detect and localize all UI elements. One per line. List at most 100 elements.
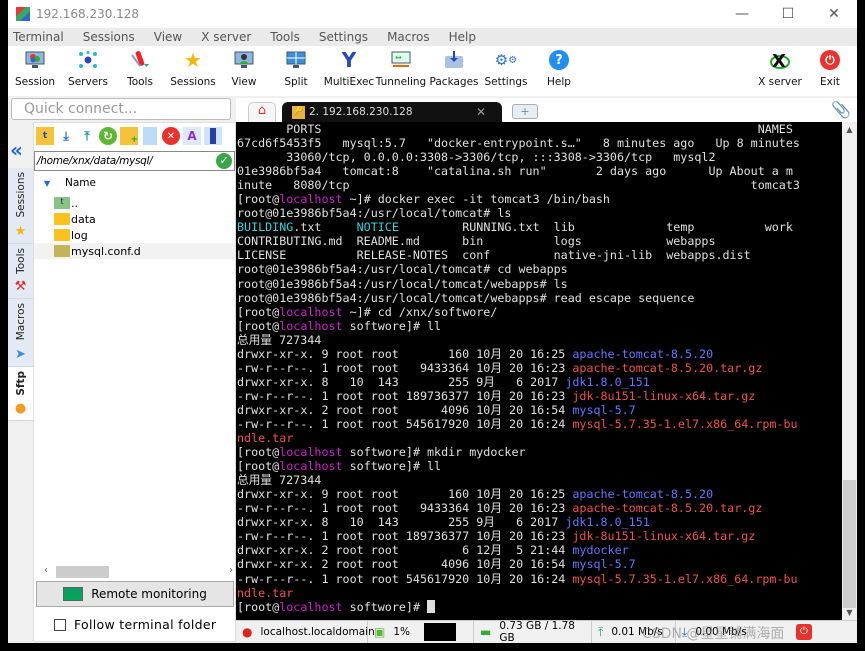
toolbar-help-button[interactable]: ? Help xyxy=(529,50,589,88)
checkbox[interactable] xyxy=(54,618,66,631)
permissions-icon[interactable] xyxy=(204,127,222,145)
scroll-down-icon[interactable]: ▼ xyxy=(842,608,857,617)
toolbar-exit-button[interactable]: ⏻ Exit xyxy=(800,50,860,88)
toolbar-view-button[interactable]: View xyxy=(214,50,274,88)
file-row-data[interactable]: data xyxy=(34,211,235,227)
sftp-path-input[interactable]: /home/xnx/data/mysql/ ✓ xyxy=(34,151,235,171)
file-row-parent[interactable]: t .. xyxy=(34,195,235,211)
column-header-name[interactable]: ▼ Name xyxy=(34,175,235,193)
terminal-line: LICENSE RELEASE-NOTES conf native-jni-li… xyxy=(237,248,842,262)
scroll-left-icon[interactable]: ‹ xyxy=(44,565,48,576)
terminal-text: root@01e3986bf5a4:/usr/local/tomcat/weba… xyxy=(237,276,568,291)
toolbar-servers-button[interactable]: Servers xyxy=(58,50,118,88)
terminal-text: drwxr-xr-x. 9 root root 160 10月 20 16:25 xyxy=(237,487,573,502)
menu-x-server[interactable]: X server xyxy=(201,30,251,44)
toolbar-split-button[interactable]: Split xyxy=(266,50,326,88)
collapse-sidebar-icon[interactable]: « xyxy=(10,138,23,162)
terminal-line: PORTS NAMES xyxy=(237,122,842,136)
terminal-text: PORTS NAMES xyxy=(237,122,793,136)
terminal-line: [root@localhost softwore]# ll xyxy=(237,459,842,473)
terminal-text: softwore]# ll xyxy=(342,318,442,333)
terminal-text: 67cd6f5453f5 mysql:5.7 "docker-entrypoin… xyxy=(237,136,800,151)
folder-icon xyxy=(54,229,70,241)
toolbar-packages-button[interactable]: Packages xyxy=(424,50,484,88)
menu-macros[interactable]: Macros xyxy=(387,30,430,44)
terminal-line: root@01e3986bf5a4:/usr/local/tomcat# ls xyxy=(237,206,842,220)
toolbar-multiexec-button[interactable]: Y MultiExec xyxy=(319,48,379,88)
terminal-line: CONTRIBUTING.md README.md bin logs webap… xyxy=(237,234,842,248)
rename-icon[interactable]: A xyxy=(183,127,201,145)
terminal-line: drwxr-xr-x. 8 10 143 255 9月 6 2017 jdk1.… xyxy=(237,515,842,529)
refresh-icon[interactable]: ↻ xyxy=(99,127,117,145)
horizontal-scrollbar[interactable]: ‹ › xyxy=(42,565,237,579)
terminal-text: RUNNING.txt lib temp work xyxy=(398,220,793,235)
toolbar-tools-button[interactable]: Tools xyxy=(110,50,170,88)
terminal-text: .txt xyxy=(293,220,357,235)
terminal-text: BUILDING xyxy=(237,220,294,235)
terminal-line: [root@localhost ~]# docker exec -it tomc… xyxy=(237,192,842,206)
terminal-text: mysql-5.7.35-1.el7.x86_64.rpm-bu xyxy=(572,571,798,586)
file-row-log[interactable]: log xyxy=(34,227,235,243)
terminal-text: mydocker xyxy=(572,543,629,558)
status-memory: ▬ 0.73 GB / 1.78 GB xyxy=(474,620,592,644)
terminal-text: localhost xyxy=(279,192,343,207)
side-tab-sessions[interactable]: Sessions ★ xyxy=(8,168,33,244)
new-file-icon[interactable] xyxy=(143,127,157,145)
side-tab-macros[interactable]: Macros ➤ xyxy=(8,299,33,367)
remote-monitoring-button[interactable]: Remote monitoring xyxy=(36,581,234,607)
side-tab-sftp[interactable]: Sftp ● xyxy=(8,366,33,422)
terminal-line: -rw-r--r--. 1 root root 9433364 10月 20 1… xyxy=(237,501,842,515)
star-icon: ★ xyxy=(14,223,27,239)
svg-text:↔: ↔ xyxy=(395,53,402,62)
quick-connect-input[interactable]: Quick connect... xyxy=(11,98,231,120)
parent-folder-icon: t xyxy=(54,197,70,209)
home-tab[interactable]: ⌂ xyxy=(248,102,276,122)
window-title: 192.168.230.128 xyxy=(36,7,140,21)
main-toolbar: Session Servers Tools ★ Sessions View Sp… xyxy=(8,46,857,96)
sftp-globe-icon: ● xyxy=(14,401,27,417)
terminal-output[interactable]: PORTS NAMES 67cd6f5453f5 mysql:5.7 "docke… xyxy=(236,122,842,620)
multiexec-icon: Y xyxy=(341,48,357,72)
close-tab-icon[interactable]: ✕ xyxy=(476,105,486,119)
file-row-mysql-conf-d[interactable]: mysql.conf.d xyxy=(34,243,235,259)
terminal-text: localhost xyxy=(279,318,343,333)
terminal-line: ndle.tar xyxy=(237,431,842,445)
terminal-text: root@01e3986bf5a4:/usr/local/tomcat# cd … xyxy=(237,262,568,277)
terminal-text: root@01e3986bf5a4:/usr/local/tomcat/weba… xyxy=(237,290,695,305)
terminal-text: softwore]# xyxy=(342,599,428,614)
paperclip-icon[interactable]: 📎 xyxy=(831,100,851,119)
terminal-text: [root@ xyxy=(237,318,280,333)
menu-view[interactable]: View xyxy=(154,30,182,44)
new-folder-icon[interactable]: + xyxy=(120,127,138,145)
scroll-right-icon[interactable]: › xyxy=(229,565,233,576)
minimize-button[interactable]: — xyxy=(719,0,765,28)
delete-icon[interactable]: ✕ xyxy=(162,127,180,145)
shutdown-icon[interactable]: ⏻ xyxy=(796,623,812,640)
toolbar-tunneling-button[interactable]: ↔ Tunneling xyxy=(371,50,431,88)
parent-folder-icon[interactable]: t xyxy=(36,127,54,145)
toolbar-session-button[interactable]: Session xyxy=(5,50,65,88)
follow-terminal-folder-checkbox[interactable]: Follow terminal folder xyxy=(54,617,216,632)
menu-sessions[interactable]: Sessions xyxy=(83,30,135,44)
download-icon[interactable]: ⤓ xyxy=(57,127,75,145)
terminal-text: [root@ xyxy=(237,304,280,319)
terminal-text: apache-tomcat-8.5.20.tar.gz xyxy=(572,501,763,516)
close-button[interactable]: ✕ xyxy=(811,0,857,28)
menu-settings[interactable]: Settings xyxy=(319,30,368,44)
toolbar-settings-button[interactable]: ⚙ ⚙ Settings xyxy=(476,50,536,88)
scroll-up-icon[interactable]: ▲ xyxy=(842,125,857,134)
path-ok-icon[interactable]: ✓ xyxy=(216,153,232,169)
session-tab[interactable]: 🔑 2. 192.168.230.128 ✕ xyxy=(282,102,502,122)
menu-help[interactable]: Help xyxy=(449,30,476,44)
terminal-line: 01e3986bf5a4 tomcat:8 "catalina.sh run" … xyxy=(237,164,842,178)
menu-tools[interactable]: Tools xyxy=(270,30,300,44)
new-tab-button[interactable]: + xyxy=(512,104,538,119)
scrollbar-thumb[interactable] xyxy=(56,566,109,578)
scrollbar-thumb[interactable] xyxy=(843,480,856,608)
menu-terminal[interactable]: Terminal xyxy=(13,30,64,44)
maximize-button[interactable]: ☐ xyxy=(765,0,811,28)
upload-icon[interactable]: ⤒ xyxy=(78,127,96,145)
terminal-vertical-scrollbar[interactable]: ▲ ▼ xyxy=(842,122,857,620)
terminal-line: root@01e3986bf5a4:/usr/local/tomcat/weba… xyxy=(237,277,842,291)
side-tab-tools[interactable]: Tools ⚒ xyxy=(8,243,33,300)
